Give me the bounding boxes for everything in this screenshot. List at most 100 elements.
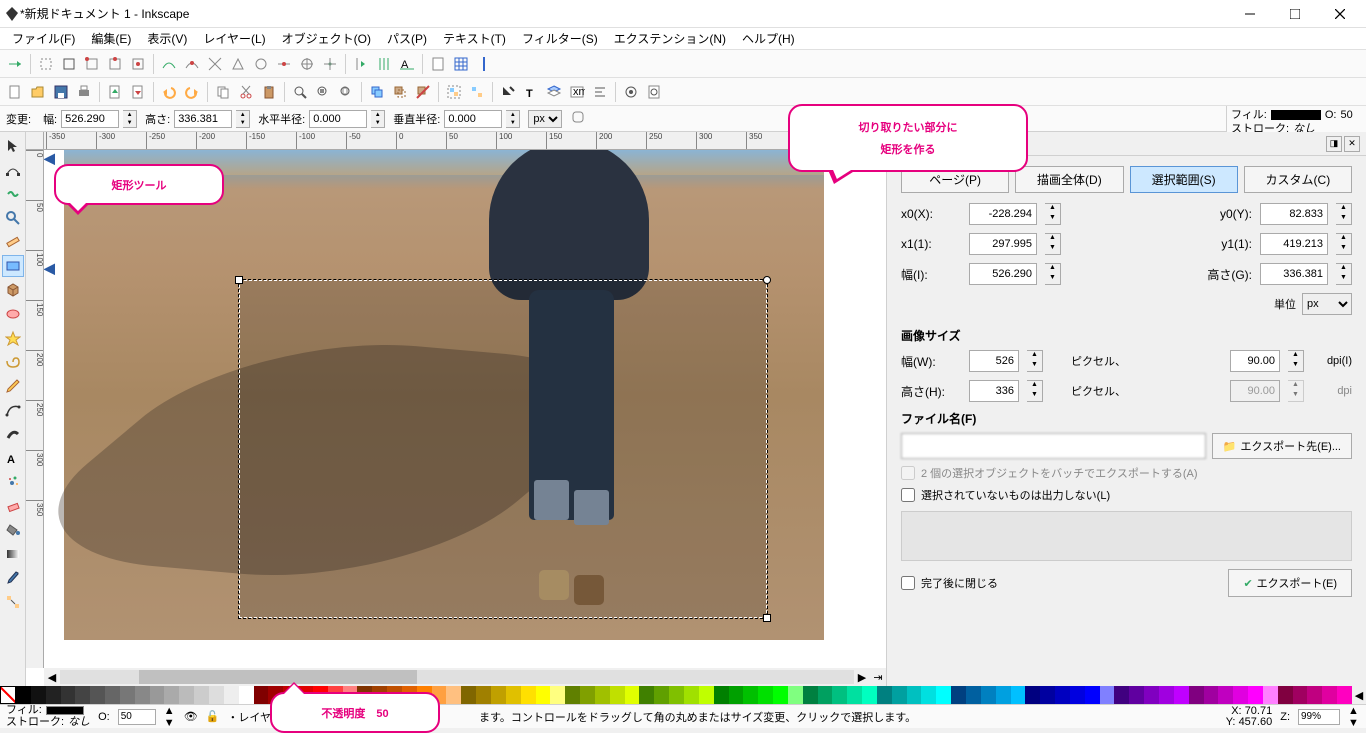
snap-rotation-icon[interactable] (319, 53, 341, 75)
docprefs-icon[interactable] (643, 81, 665, 103)
dpi-w-input[interactable] (1230, 350, 1280, 372)
scrollbar-horizontal[interactable]: ◀ ▶ ⇥ (44, 668, 886, 686)
width-input[interactable] (61, 110, 119, 128)
status-stroke-value[interactable]: なし (68, 717, 90, 728)
text-tool-icon[interactable]: A (2, 447, 24, 469)
menu-text[interactable]: テキスト(T) (435, 28, 514, 49)
zoom-page-icon[interactable] (335, 81, 357, 103)
spiral-tool-icon[interactable] (2, 351, 24, 373)
pencil-tool-icon[interactable] (2, 375, 24, 397)
snap-path-icon[interactable] (181, 53, 203, 75)
ruler-horizontal[interactable]: -350-300-250-200-150-100-500501001502002… (44, 132, 886, 150)
zoom-input[interactable] (1298, 709, 1340, 725)
ungroup-icon[interactable] (466, 81, 488, 103)
tweak-tool-icon[interactable] (2, 183, 24, 205)
snap-corner-icon[interactable] (81, 53, 103, 75)
minimize-button[interactable] (1227, 0, 1272, 28)
snap-line-mid-icon[interactable] (273, 53, 295, 75)
clone-icon[interactable] (389, 81, 411, 103)
snap-obj-center-icon[interactable] (296, 53, 318, 75)
unit-select[interactable]: px (528, 110, 562, 128)
fill-swatch[interactable] (1271, 110, 1321, 120)
node-tool-icon[interactable] (2, 159, 24, 181)
duplicate-icon[interactable] (366, 81, 388, 103)
calligraphy-tool-icon[interactable] (2, 423, 24, 445)
canvas[interactable]: ◀ ◀ (44, 150, 886, 668)
x1-input[interactable] (969, 233, 1037, 255)
menu-path[interactable]: パス(P) (379, 28, 435, 49)
align-icon[interactable] (589, 81, 611, 103)
resize-handle-tl[interactable] (235, 276, 243, 284)
status-fill-swatch[interactable] (46, 706, 84, 715)
h-input[interactable] (1260, 263, 1328, 285)
snap-other-icon[interactable] (350, 53, 372, 75)
redo-icon[interactable] (181, 81, 203, 103)
paste-icon[interactable] (258, 81, 280, 103)
menu-object[interactable]: オブジェクト(O) (274, 28, 379, 49)
export-button[interactable]: ✔エクスポート(E) (1228, 569, 1352, 597)
hide-checkbox[interactable] (901, 488, 915, 502)
resize-handle-br[interactable] (763, 614, 771, 622)
panel-detach-icon[interactable]: ◨ (1326, 136, 1342, 152)
copy-icon[interactable] (212, 81, 234, 103)
zoom-drawing-icon[interactable] (312, 81, 334, 103)
menu-help[interactable]: ヘルプ(H) (734, 28, 803, 49)
cut-icon[interactable] (235, 81, 257, 103)
img-height-input[interactable] (969, 380, 1019, 402)
xml-icon[interactable]: xml (566, 81, 588, 103)
palette-menu-icon[interactable]: ◀ (1352, 686, 1366, 704)
maximize-button[interactable] (1272, 0, 1317, 28)
menu-extension[interactable]: エクステンション(N) (606, 28, 734, 49)
reset-corners-icon[interactable] (570, 109, 590, 128)
measure-tool-icon[interactable] (2, 231, 24, 253)
corner-radius-handle[interactable] (763, 276, 771, 284)
rx-spinner[interactable]: ▲▼ (371, 110, 385, 128)
snap-center-icon[interactable] (127, 53, 149, 75)
browse-button[interactable]: 📁エクスポート先(E)... (1212, 433, 1352, 459)
bucket-tool-icon[interactable] (2, 519, 24, 541)
y0-input[interactable] (1260, 203, 1328, 225)
filename-input[interactable] (901, 433, 1206, 459)
y1-input[interactable] (1260, 233, 1328, 255)
batch-checkbox[interactable] (901, 466, 915, 480)
scroll-left-icon[interactable]: ◀ (44, 671, 60, 684)
close-button[interactable] (1317, 0, 1362, 28)
snap-page-icon[interactable] (427, 53, 449, 75)
text-icon[interactable]: T (520, 81, 542, 103)
menu-view[interactable]: 表示(V) (139, 28, 195, 49)
rectangle-selection[interactable] (239, 280, 767, 618)
zoom-selection-icon[interactable] (289, 81, 311, 103)
zoom-tool-icon[interactable] (2, 207, 24, 229)
snap-grid-icon[interactable] (373, 53, 395, 75)
spray-tool-icon[interactable] (2, 471, 24, 493)
undo-icon[interactable] (158, 81, 180, 103)
menu-file[interactable]: ファイル(F) (4, 28, 83, 49)
snap-node-icon[interactable] (158, 53, 180, 75)
ry-spinner[interactable]: ▲▼ (506, 110, 520, 128)
swatch-none[interactable] (0, 686, 16, 704)
snap-edge-icon[interactable] (58, 53, 80, 75)
snap-intersect-icon[interactable] (204, 53, 226, 75)
snap-grid2-icon[interactable] (450, 53, 472, 75)
close-after-checkbox[interactable] (901, 576, 915, 590)
open-icon[interactable] (27, 81, 49, 103)
lock-icon[interactable]: 🔓 (206, 710, 220, 723)
import-icon[interactable] (104, 81, 126, 103)
print-icon[interactable] (73, 81, 95, 103)
opacity-input[interactable] (118, 709, 156, 725)
ry-input[interactable] (444, 110, 502, 128)
menu-filter[interactable]: フィルター(S) (514, 28, 606, 49)
w-input[interactable] (969, 263, 1037, 285)
save-icon[interactable] (50, 81, 72, 103)
group-icon[interactable] (443, 81, 465, 103)
layer-indicator[interactable]: ・レイヤ (227, 709, 271, 725)
color-palette[interactable]: ◀ (0, 686, 1366, 704)
export-icon[interactable] (127, 81, 149, 103)
scroll-right-icon[interactable]: ▶ (854, 671, 870, 684)
height-input[interactable] (174, 110, 232, 128)
gradient-tool-icon[interactable] (2, 543, 24, 565)
unlink-icon[interactable] (412, 81, 434, 103)
snap-smooth-icon[interactable] (250, 53, 272, 75)
panel-close-icon[interactable]: ✕ (1344, 136, 1360, 152)
ellipse-tool-icon[interactable] (2, 303, 24, 325)
